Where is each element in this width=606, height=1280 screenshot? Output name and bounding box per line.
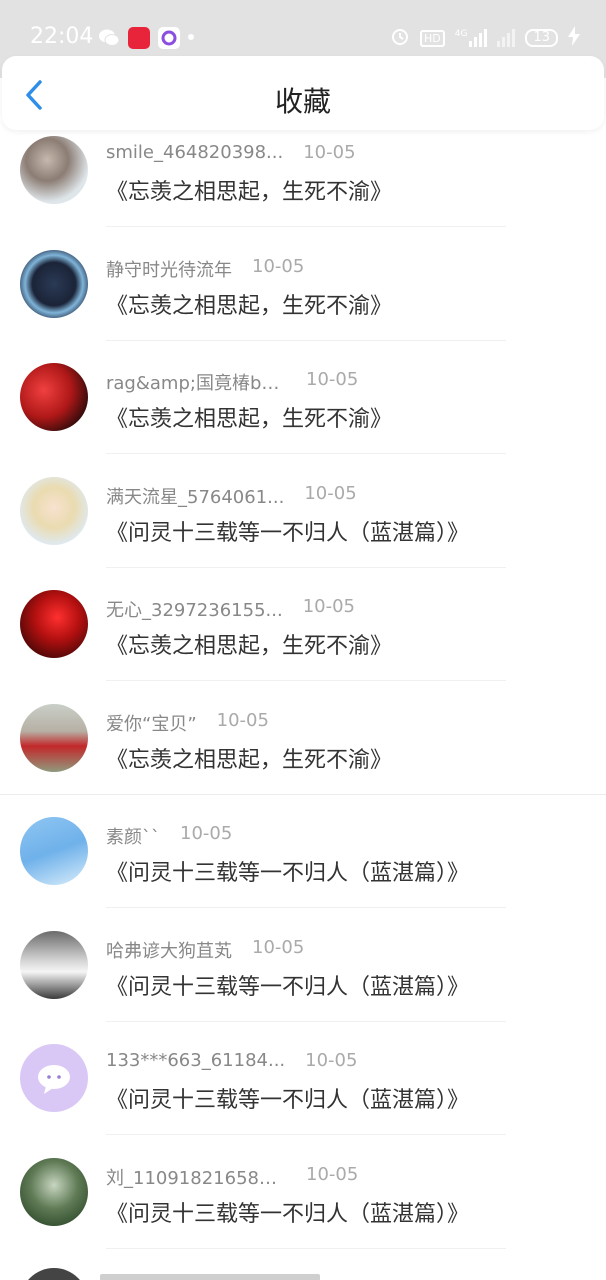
avatar [20, 1268, 88, 1280]
date: 10-05 [305, 1050, 358, 1071]
avatar[interactable] [20, 703, 88, 772]
date: 10-05 [180, 823, 233, 844]
username[interactable]: 满天流星_5764061... [106, 483, 284, 509]
hd-icon: HD [420, 29, 445, 47]
date: 10-05 [306, 369, 359, 390]
avatar[interactable] [20, 136, 88, 204]
divider [106, 566, 506, 568]
date: 10-05 [216, 709, 269, 731]
divider [106, 453, 506, 454]
page-title: 收藏 [274, 85, 331, 118]
date: 10-05 [252, 255, 305, 277]
book-title[interactable]: 《问灵十三载等一不归人（蓝湛篇）》 [106, 515, 469, 547]
avatar[interactable] [20, 817, 88, 885]
status-time: 22:04 [30, 24, 94, 49]
book-title[interactable]: 《忘羡之相思起，生死不渝》 [106, 401, 392, 433]
avatar[interactable] [20, 930, 88, 999]
book-title[interactable]: 《问灵十三载等一不归人（蓝湛篇）》 [106, 969, 469, 1001]
username[interactable]: 静守时光待流年 [106, 256, 232, 282]
status-right: HD 4G 13 [390, 26, 580, 50]
avatar[interactable] [20, 1157, 88, 1226]
avatar[interactable] [20, 1044, 88, 1112]
username[interactable]: 133***663_61184... [106, 1050, 285, 1076]
xiaohongshu-icon [128, 27, 150, 49]
book-title[interactable]: 《忘羡之相思起，生死不渝》 [106, 628, 392, 660]
favorites-list: smile_464820398... 10-05 《忘羡之相思起，生死不渝》 静守… [0, 130, 606, 1265]
divider [106, 680, 506, 681]
divider [106, 226, 506, 227]
divider [106, 907, 506, 908]
username[interactable]: smile_464820398... [106, 142, 283, 168]
username[interactable]: 哈弗谚大狗苴芄 [106, 937, 232, 963]
avatar[interactable] [20, 476, 88, 545]
partial-list-item [0, 1266, 606, 1280]
wechat-icon [98, 27, 120, 49]
alarm-icon [390, 26, 410, 50]
username[interactable]: 刘_110918216583... [106, 1164, 286, 1190]
divider [106, 1134, 506, 1135]
date: 10-05 [306, 1163, 359, 1185]
divider [106, 1020, 506, 1022]
battery-icon: 13 [525, 29, 558, 47]
username-placeholder [100, 1274, 320, 1280]
book-title[interactable]: 《问灵十三载等一不归人（蓝湛篇）》 [106, 855, 469, 887]
book-title[interactable]: 《忘羡之相思起，生死不渝》 [106, 288, 392, 320]
avatar[interactable] [20, 590, 88, 658]
list-item[interactable]: 无心_3297236155... 10-05 《忘羡之相思起，生死不渝》 [0, 584, 606, 698]
charging-icon [568, 26, 580, 50]
header: 收藏 [2, 56, 604, 130]
list-item[interactable]: 133***663_61184... 10-05 《问灵十三载等一不归人（蓝湛篇）… [0, 1038, 606, 1152]
username[interactable]: 素颜`` [106, 823, 160, 849]
signal-icon: 4G [455, 29, 488, 47]
section-divider [0, 794, 606, 795]
divider [106, 1247, 506, 1249]
date: 10-05 [304, 482, 357, 504]
list-item[interactable]: rag&amp;国竟椿bo... 10-05 《忘羡之相思起，生死不渝》 [0, 357, 606, 471]
list-item[interactable]: 刘_110918216583... 10-05 《问灵十三载等一不归人（蓝湛篇）》 [0, 1152, 606, 1266]
divider [106, 339, 506, 341]
avatar[interactable] [20, 249, 88, 318]
app-icon [158, 27, 180, 49]
avatar[interactable] [20, 363, 88, 431]
notification-dot-icon [188, 34, 194, 40]
book-title[interactable]: 《忘羡之相思起，生死不渝》 [106, 174, 392, 206]
list-item[interactable]: 素颜`` 10-05 《问灵十三载等一不归人（蓝湛篇）》 [0, 811, 606, 925]
list-item[interactable]: 满天流星_5764061... 10-05 《问灵十三载等一不归人（蓝湛篇）》 [0, 471, 606, 585]
date: 10-05 [252, 936, 305, 958]
date: 10-05 [302, 596, 355, 617]
username[interactable]: 爱你“宝贝” [106, 710, 197, 736]
list-item[interactable]: 哈弗谚大狗苴芄 10-05 《问灵十三载等一不归人（蓝湛篇）》 [0, 925, 606, 1039]
username[interactable]: rag&amp;国竟椿bo... [106, 369, 286, 395]
book-title[interactable]: 《忘羡之相思起，生死不渝》 [106, 742, 392, 774]
signal-2-icon [497, 29, 516, 47]
list-item[interactable]: 静守时光待流年 10-05 《忘羡之相思起，生死不渝》 [0, 244, 606, 358]
list-item[interactable]: smile_464820398... 10-05 《忘羡之相思起，生死不渝》 [0, 130, 606, 244]
date: 10-05 [303, 142, 356, 163]
book-title[interactable]: 《问灵十三载等一不归人（蓝湛篇）》 [106, 1196, 469, 1228]
book-title[interactable]: 《问灵十三载等一不归人（蓝湛篇）》 [106, 1082, 469, 1114]
chat-bubble-icon [38, 1065, 70, 1094]
signal-label: 4G [454, 29, 468, 39]
username[interactable]: 无心_3297236155... [106, 596, 283, 622]
